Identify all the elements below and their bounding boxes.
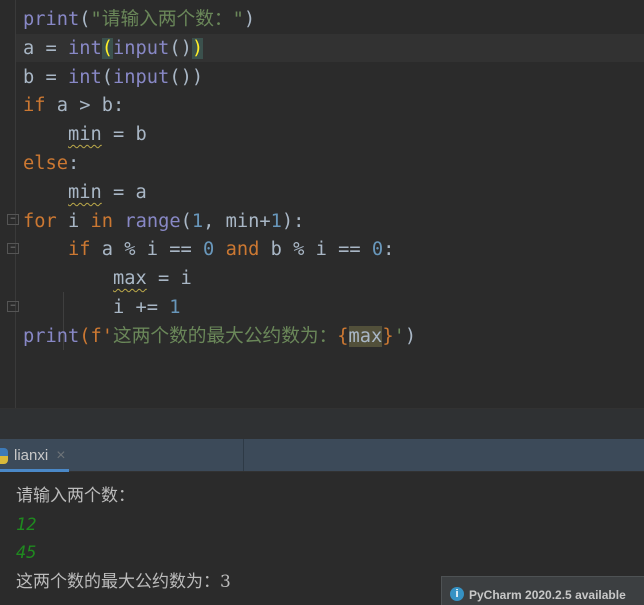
code-text[interactable]: print("请输入两个数：") a = int(input()) b = int(… (23, 6, 416, 352)
gutter-divider (15, 0, 16, 408)
code-line: i += 1 (23, 296, 181, 318)
console-input: 12 (16, 514, 37, 535)
console-input: 45 (16, 543, 37, 563)
python-icon (0, 447, 8, 464)
tab-label: lianxi (14, 447, 49, 464)
notification-text: PyCharm 2020.2.5 available (469, 588, 626, 602)
fold-icon[interactable]: − (7, 243, 19, 254)
code-line: min = b (68, 124, 147, 146)
code-line: for i in range(1, min+1): (23, 210, 305, 232)
close-icon[interactable]: × (56, 447, 65, 465)
code-line: print(f'这两个数的最大公约数为：{max}') (23, 325, 417, 347)
code-line: a = int(input()) (23, 37, 204, 59)
update-notification[interactable]: i PyCharm 2020.2.5 available (441, 576, 644, 605)
code-editor[interactable]: − − − print("请输入两个数：") a = int(input()) b … (0, 0, 644, 408)
code-line: if a > b: (23, 95, 125, 117)
console-result: 这两个数的最大公约数为：3 (16, 571, 231, 592)
code-line: b = int(input()) (23, 66, 204, 88)
code-line: max = i (113, 268, 192, 290)
fold-end-icon[interactable]: − (7, 301, 19, 312)
code-line: if a % i == 0 and b % i == 0: (68, 239, 395, 261)
code-line: else: (23, 152, 80, 174)
fold-icon[interactable]: − (7, 214, 19, 225)
info-icon: i (450, 587, 464, 601)
code-line: print("请输入两个数：") (23, 9, 256, 30)
run-console[interactable]: 请输入两个数： 12 45 这两个数的最大公约数为：3 (16, 482, 231, 596)
tab-separator (243, 439, 244, 471)
run-tab-bar: lianxi × (0, 439, 644, 472)
active-tab-indicator (0, 469, 69, 472)
panel-divider (0, 408, 644, 439)
console-prompt: 请输入两个数： (16, 486, 135, 506)
code-line: min = a (68, 181, 147, 203)
run-tab-lianxi[interactable]: lianxi × (0, 439, 84, 472)
